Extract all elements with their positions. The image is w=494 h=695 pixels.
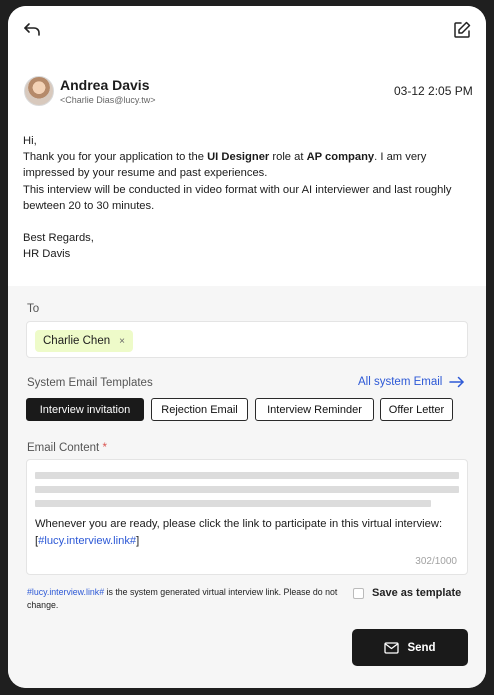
placeholder-line [35,472,459,479]
all-templates-link[interactable]: All system Email [358,376,465,388]
email-paragraph-1: Thank you for your application to the UI… [23,151,427,180]
template-interview-reminder[interactable]: Interview Reminder [255,398,374,421]
save-as-template-toggle[interactable]: Save as template [353,587,461,599]
template-interview-invitation[interactable]: Interview invitation [26,398,144,421]
edit-square-icon[interactable] [450,18,474,42]
all-templates-link-label: All system Email [358,376,443,388]
recipient-field[interactable]: Charlie Chen × [26,321,468,358]
template-rejection-email[interactable]: Rejection Email [151,398,248,421]
to-label: To [27,303,40,315]
placeholder-line [35,500,431,507]
avatar [24,76,54,106]
interview-link-token: #lucy.interview.link# [38,534,137,547]
sender-name: Andrea Davis [60,77,150,93]
email-greeting: Hi, [23,135,37,147]
company-name: AP company [306,151,375,164]
template-offer-letter[interactable]: Offer Letter [380,398,453,421]
email-body: Hi, Thank you for your application to th… [23,133,473,262]
email-timestamp: 03-12 2:05 PM [394,84,473,98]
email-content-text: Whenever you are ready, please click the… [35,518,443,547]
link-note: #lucy.interview.link# is the system gene… [27,587,338,610]
char-counter: 302/1000 [415,556,457,567]
email-signature: HR Davis [23,248,71,261]
recipient-chip-label: Charlie Chen [43,335,111,347]
close-icon[interactable]: × [119,336,125,347]
save-template-label: Save as template [372,587,462,599]
back-arrow-icon[interactable] [20,18,44,42]
role-name: UI Designer [207,151,270,164]
sender-email: <Charlie Dias@lucy.tw> [60,95,156,105]
required-mark: * [102,442,107,454]
email-preview-panel: Andrea Davis <Charlie Dias@lucy.tw> 03-1… [8,6,486,286]
send-button[interactable]: Send [352,629,468,666]
recipient-chip[interactable]: Charlie Chen × [35,330,133,352]
content-label: Email Content * [27,442,107,454]
email-content-field[interactable]: Whenever you are ready, please click the… [26,459,468,575]
placeholder-line [35,486,459,493]
templates-label: System Email Templates [27,377,153,389]
arrow-right-icon [449,376,465,388]
note-link-token: #lucy.interview.link# [27,587,105,597]
save-template-checkbox[interactable] [353,587,364,599]
email-signoff: Best Regards, [23,232,94,245]
mail-icon [384,641,400,654]
email-compose-window: Andrea Davis <Charlie Dias@lucy.tw> 03-1… [8,6,486,688]
send-button-label: Send [407,641,436,654]
email-paragraph-2: This interview will be conducted in vide… [23,183,452,212]
